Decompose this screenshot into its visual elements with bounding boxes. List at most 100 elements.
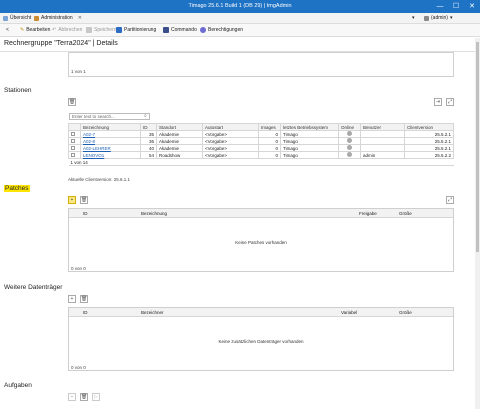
tab-overview[interactable]: Übersicht bbox=[3, 15, 31, 21]
delete-patch-button[interactable]: 🗑 bbox=[80, 196, 88, 204]
row-checkbox[interactable] bbox=[68, 137, 81, 145]
station-link[interactable]: A02-7 bbox=[83, 132, 95, 137]
expand-icon: ⤢ bbox=[447, 197, 452, 203]
back-button[interactable]: < bbox=[6, 27, 9, 33]
cell-version: 25.5.2.1 bbox=[404, 130, 454, 138]
add-patch-button[interactable]: + bbox=[68, 196, 76, 204]
column-header[interactable]: Standort bbox=[156, 123, 203, 131]
cancel-button[interactable]: ↶ Abbrechen bbox=[52, 27, 82, 33]
tab-dropdown[interactable]: ▾ bbox=[412, 15, 415, 21]
column-header[interactable]: Freigabe bbox=[359, 211, 377, 216]
column-header[interactable]: Größe bbox=[399, 211, 412, 216]
page-title: Rechnergruppe "Terra2024" | Details bbox=[4, 40, 118, 47]
select-all-cell[interactable] bbox=[68, 123, 81, 131]
trash-icon: 🗑 bbox=[69, 99, 76, 105]
expand-button[interactable]: ⤢ bbox=[446, 98, 454, 106]
vertical-scrollbar[interactable] bbox=[475, 38, 480, 409]
column-header[interactable]: Bezeichnung bbox=[141, 211, 167, 216]
column-header[interactable]: ID bbox=[83, 310, 88, 315]
command-button[interactable]: Commando bbox=[163, 27, 197, 33]
offline-status-icon bbox=[338, 130, 361, 138]
plus-icon: + bbox=[70, 197, 74, 203]
delete-disk-button[interactable]: 🗑 bbox=[80, 295, 88, 303]
toolbar: < ✎ Bearbeiten ↶ Abbrechen Speichern Par… bbox=[0, 24, 480, 37]
cell-location: Akademie bbox=[156, 144, 203, 152]
cell-autostart: <Vorgabe> bbox=[202, 130, 259, 138]
patches-title: Patches bbox=[4, 185, 30, 192]
column-header[interactable]: ID bbox=[83, 211, 88, 216]
cell-user bbox=[360, 144, 405, 152]
table-row[interactable]: A02-7 35 Akademie <Vorgabe> 0 Timago 25.… bbox=[68, 130, 454, 138]
cell-os: Timago bbox=[280, 144, 339, 152]
scrollbar-thumb[interactable] bbox=[476, 42, 479, 252]
column-header[interactable]: Clientversion bbox=[404, 123, 454, 131]
pencil-icon: ✎ bbox=[20, 27, 25, 33]
column-header[interactable]: Images bbox=[258, 123, 281, 131]
run-task-button[interactable]: ▷ bbox=[92, 393, 100, 401]
cell-autostart: <Vorgabe> bbox=[202, 151, 259, 159]
table-row[interactable]: A02-8 36 Akademie <Vorgabe> 0 Timago 25.… bbox=[68, 137, 454, 145]
search-icon: ⌕ bbox=[144, 113, 147, 119]
search-input[interactable]: Enter text to search... bbox=[69, 113, 150, 120]
permissions-label: Berechtigungen bbox=[208, 27, 244, 33]
plus-icon: + bbox=[70, 296, 74, 302]
export-button[interactable]: ⇥ bbox=[434, 98, 442, 106]
home-icon bbox=[3, 15, 8, 21]
partition-button[interactable]: Partitionierung bbox=[116, 27, 156, 33]
column-header[interactable]: Online bbox=[338, 123, 361, 131]
close-button[interactable]: ✕ bbox=[464, 0, 480, 13]
user-menu[interactable]: (admin) ▾ bbox=[424, 15, 452, 21]
cell-user bbox=[360, 130, 405, 138]
tab-administration[interactable]: Administration ✕ bbox=[34, 15, 82, 21]
cell-location: Akademie bbox=[156, 137, 203, 145]
table-header-row: Bezeichnung ID Standort Autostart Images… bbox=[68, 123, 454, 131]
trash-icon: 🗑 bbox=[81, 197, 88, 203]
station-link[interactable]: A02-LEHRER bbox=[83, 146, 111, 151]
row-checkbox[interactable] bbox=[68, 151, 81, 159]
delete-station-button[interactable]: 🗑 bbox=[68, 98, 76, 106]
close-tab-icon[interactable]: ✕ bbox=[78, 15, 82, 21]
tab-label: Administration bbox=[41, 15, 73, 21]
column-header[interactable]: Variabel bbox=[341, 310, 357, 315]
delete-task-button[interactable]: 🗑 bbox=[80, 393, 88, 401]
cell-user: admin bbox=[360, 151, 405, 159]
save-button[interactable]: Speichern bbox=[86, 27, 117, 33]
empty-message: Keine Patches vorhanden bbox=[235, 240, 287, 245]
station-link[interactable]: A02-8 bbox=[83, 139, 95, 144]
table-row[interactable]: LENOVO1 54 Roadshow <Vorgabe> 0 Timago a… bbox=[68, 151, 454, 159]
station-link[interactable]: LENOVO1 bbox=[83, 153, 104, 158]
save-label: Speichern bbox=[94, 27, 117, 33]
current-client-version: Aktuelle Clientversion: 25.6.1.1 bbox=[68, 177, 131, 182]
column-header[interactable]: Autostart bbox=[202, 123, 259, 131]
column-header[interactable]: Größe bbox=[399, 310, 412, 315]
table-row[interactable]: A02-LEHRER 40 Akademie <Vorgabe> 0 Timag… bbox=[68, 144, 454, 152]
row-checkbox[interactable] bbox=[68, 130, 81, 138]
cell-id: 36 bbox=[140, 137, 157, 145]
title-bar: Timago 25.6.1 Build 1 (DB 29) | tmgAdmin… bbox=[0, 0, 480, 13]
maximize-button[interactable]: ☐ bbox=[448, 0, 464, 13]
cell-os: Timago bbox=[280, 137, 339, 145]
table-footer-row: 1 von 14 bbox=[68, 158, 454, 166]
add-task-button[interactable]: + bbox=[68, 393, 76, 401]
plus-icon: + bbox=[70, 394, 74, 400]
offline-status-icon bbox=[338, 137, 361, 145]
expand-button[interactable]: ⤢ bbox=[446, 196, 454, 204]
stations-table: Bezeichnung ID Standort Autostart Images… bbox=[68, 123, 454, 166]
column-header[interactable]: Bezeichner bbox=[141, 310, 164, 315]
column-header[interactable]: Benutzer bbox=[360, 123, 405, 131]
minimize-button[interactable]: — bbox=[432, 0, 448, 13]
cell-images: 0 bbox=[258, 137, 281, 145]
user-label: (admin) bbox=[431, 15, 448, 21]
row-checkbox[interactable] bbox=[68, 144, 81, 152]
column-header[interactable]: Bezeichnung bbox=[80, 123, 141, 131]
edit-button[interactable]: ✎ Bearbeiten bbox=[20, 27, 50, 33]
cell-images: 0 bbox=[258, 151, 281, 159]
patches-table: ID Bezeichnung Freigabe Größe Keine Patc… bbox=[68, 208, 454, 272]
pager: 0 von 0 bbox=[71, 266, 86, 271]
column-header[interactable]: ID bbox=[140, 123, 157, 131]
offline-status-icon bbox=[338, 144, 361, 152]
column-header[interactable]: letztes Betriebssystem bbox=[280, 123, 339, 131]
cell-id: 40 bbox=[140, 144, 157, 152]
permissions-button[interactable]: Berechtigungen bbox=[200, 27, 243, 33]
add-disk-button[interactable]: + bbox=[68, 295, 76, 303]
